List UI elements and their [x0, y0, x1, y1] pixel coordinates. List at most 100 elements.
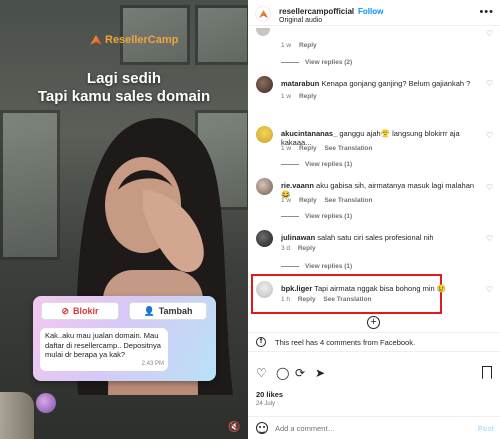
divider: [281, 266, 299, 267]
comment-time: 1 w: [281, 197, 292, 204]
facebook-comments-note: f This reel has 4 comments from Facebook…: [248, 332, 500, 352]
chat-message-time: 2.43 PM: [141, 360, 164, 367]
comment-avatar[interactable]: [256, 230, 273, 247]
reply-button[interactable]: Reply: [299, 93, 317, 100]
comment-meta: 1 w Reply See Translation: [281, 197, 373, 204]
comments-panel: resellercampofficial • Follow Original a…: [248, 0, 500, 439]
block-button: ⊘ Blokir: [41, 302, 119, 320]
add-label: Tambah: [158, 306, 193, 316]
bookmark-icon[interactable]: [482, 366, 492, 379]
like-heart-icon[interactable]: ♡: [486, 184, 494, 192]
comment-text: bpk.liger Tapi airmata nggak bisa bohong…: [281, 284, 481, 293]
view-replies-button[interactable]: View replies (1): [281, 263, 352, 270]
comment-body: Tapi airmata nggak bisa bohong min 😢: [314, 284, 447, 293]
reply-button[interactable]: Reply: [299, 197, 317, 204]
see-translation-button[interactable]: See Translation: [324, 197, 372, 204]
like-icon[interactable]: ♡: [256, 366, 267, 380]
account-username[interactable]: resellercampofficial: [279, 7, 354, 16]
audio-label[interactable]: Original audio: [279, 17, 322, 24]
header-separator: •: [351, 7, 354, 16]
follow-button[interactable]: Follow: [358, 7, 383, 16]
comment-avatar[interactable]: [256, 76, 273, 93]
like-heart-icon[interactable]: ♡: [486, 80, 494, 88]
comment-username[interactable]: julinawan: [281, 233, 315, 242]
comment-meta: 1 h Reply See Translation: [281, 296, 371, 303]
see-translation-button[interactable]: See Translation: [323, 296, 371, 303]
comment-time: 1 w: [281, 93, 292, 100]
likes-count[interactable]: 20 likes: [256, 390, 283, 399]
person-add-icon: 👤: [143, 305, 155, 316]
post-header: resellercampofficial • Follow Original a…: [248, 0, 500, 26]
view-replies-button[interactable]: View replies (1): [281, 161, 352, 168]
comment-time: 1 w: [281, 145, 292, 152]
block-icon: ⊘: [61, 305, 70, 316]
caption-line-2: Tapi kamu sales domain: [37, 88, 211, 105]
comment-text: matarabun Kenapa gonjang ganjing? Belum …: [281, 79, 481, 88]
caption-line-1: Lagi sedih: [86, 70, 162, 87]
block-label: Blokir: [73, 306, 99, 316]
see-translation-button[interactable]: See Translation: [324, 145, 372, 152]
comment-meta: 1 w Reply: [281, 93, 317, 100]
chat-screenshot-card: ⊘ Blokir 👤 Tambah Kak..aku mau jualan do…: [33, 296, 216, 381]
view-replies-label: View replies (1): [305, 213, 353, 220]
share-icon[interactable]: ➤: [315, 366, 325, 380]
comment-body: Kenapa gonjang ganjing? Belum gajiankah …: [321, 79, 471, 88]
highlight-box: [251, 274, 442, 314]
comment-username[interactable]: bpk.liger: [281, 284, 312, 293]
repost-icon[interactable]: ⟳: [295, 366, 305, 380]
like-heart-icon[interactable]: ♡: [486, 30, 494, 38]
post-date: 24 July: [256, 401, 276, 407]
comment-avatar[interactable]: [256, 281, 273, 298]
comment-composer: Post: [248, 416, 500, 439]
like-heart-icon[interactable]: ♡: [486, 286, 494, 294]
comment-avatar[interactable]: [256, 126, 273, 143]
more-options-icon[interactable]: •••: [479, 6, 494, 18]
brand-logo: ResellerCamp: [90, 34, 178, 46]
comment-username[interactable]: rie.vaann: [281, 181, 314, 190]
emoji-icon[interactable]: [256, 422, 268, 434]
comment-username[interactable]: akucintananas_: [281, 129, 337, 138]
comment-meta: 1 w Reply: [281, 42, 317, 49]
hand-figure: [0, 392, 34, 439]
divider: [281, 216, 299, 217]
load-more-comments-icon[interactable]: +: [367, 316, 380, 329]
overlay-avatar: [36, 393, 56, 413]
view-replies-button[interactable]: View replies (1): [281, 213, 352, 220]
comment-avatar[interactable]: [256, 28, 270, 36]
reply-button[interactable]: Reply: [298, 245, 316, 252]
comment-text: julinawan salah satu ciri sales profesio…: [281, 233, 481, 242]
view-replies-button[interactable]: View replies (2): [281, 59, 352, 66]
resellercamp-logo-icon: [90, 35, 102, 45]
facebook-note-text: This reel has 4 comments from Facebook.: [275, 338, 416, 347]
comment-time: 1 w: [281, 42, 292, 49]
view-replies-label: View replies (1): [305, 161, 353, 168]
view-replies-label: View replies (2): [305, 59, 353, 66]
comment-meta: 3 d Reply: [281, 245, 316, 252]
reply-button[interactable]: Reply: [298, 296, 316, 303]
add-contact-button: 👤 Tambah: [129, 302, 207, 320]
comment-username[interactable]: matarabun: [281, 79, 319, 88]
like-heart-icon[interactable]: ♡: [486, 235, 494, 243]
chat-message-bubble: Kak..aku mau jualan domain. Mau daftar d…: [40, 328, 168, 371]
reel-video[interactable]: ResellerCamp Lagi sedih Tapi kamu sales …: [0, 0, 248, 439]
view-replies-label: View replies (1): [305, 263, 353, 270]
comment-icon[interactable]: ◯: [276, 366, 289, 380]
background-window: [195, 5, 248, 65]
action-bar: ♡ ◯ ⟳ ➤: [248, 366, 500, 382]
reply-button[interactable]: Reply: [299, 42, 317, 49]
facebook-icon: f: [256, 337, 266, 347]
comment-time: 1 h: [281, 296, 291, 303]
account-avatar[interactable]: [255, 6, 271, 22]
comment-meta: 1 w Reply See Translation: [281, 145, 373, 152]
divider: [281, 164, 299, 165]
comment-avatar[interactable]: [256, 178, 273, 195]
comment-body: salah satu ciri sales profesional nih: [317, 233, 434, 242]
mute-icon[interactable]: 🔇: [228, 422, 242, 436]
like-heart-icon[interactable]: ♡: [486, 132, 494, 140]
brand-name: ResellerCamp: [105, 34, 179, 46]
divider: [281, 62, 299, 63]
reply-button[interactable]: Reply: [299, 145, 317, 152]
comment-input[interactable]: [275, 422, 455, 435]
post-button[interactable]: Post: [478, 424, 494, 433]
comment-time: 3 d: [281, 245, 291, 252]
